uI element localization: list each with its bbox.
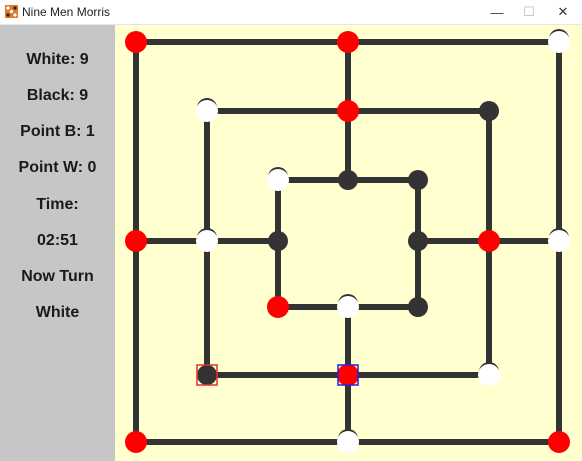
- board-point-g2[interactable]: [337, 429, 359, 453]
- board-point-e3[interactable]: [408, 297, 428, 317]
- board-point-d6[interactable]: [548, 228, 570, 252]
- board-canvas: [125, 29, 570, 453]
- board-point-f3[interactable]: [478, 362, 500, 386]
- white-piece: [478, 364, 500, 386]
- inner-square: [275, 177, 421, 310]
- white-count: White: 9: [26, 51, 89, 68]
- white-piece: [548, 31, 570, 53]
- maximize-button[interactable]: ☐: [512, 0, 546, 24]
- red-piece: [478, 230, 500, 252]
- board-point-a3[interactable]: [548, 29, 570, 53]
- red-piece: [337, 31, 359, 53]
- board-point-f2[interactable]: [337, 364, 359, 386]
- empty-point: [479, 101, 499, 121]
- point-b: Point B: 1: [20, 123, 95, 140]
- red-piece: [125, 431, 147, 453]
- status-panel: White: 9 Black: 9 Point B: 1 Point W: 0 …: [0, 25, 115, 461]
- white-piece: [196, 100, 218, 122]
- red-piece: [337, 100, 359, 122]
- board-point-a2[interactable]: [337, 31, 359, 53]
- red-piece: [125, 230, 147, 252]
- board-point-b1[interactable]: [196, 98, 218, 122]
- white-piece: [548, 230, 570, 252]
- white-piece: [267, 169, 289, 191]
- white-piece: [196, 230, 218, 252]
- empty-point: [408, 297, 428, 317]
- board-point-c2[interactable]: [338, 170, 358, 190]
- white-piece: [337, 296, 359, 318]
- minimize-button[interactable]: —: [480, 0, 514, 24]
- board-point-g1[interactable]: [125, 431, 147, 453]
- board-point-d2[interactable]: [196, 228, 218, 252]
- board-point-d4[interactable]: [408, 231, 428, 251]
- board-point-b2[interactable]: [337, 100, 359, 122]
- empty-point: [408, 170, 428, 190]
- close-icon: ✕: [557, 4, 569, 19]
- white-piece: [337, 431, 359, 453]
- turn-value: White: [35, 304, 80, 321]
- time-label: Time:: [36, 196, 79, 213]
- window-title: Nine Men Morris: [22, 5, 111, 19]
- board-point-d1[interactable]: [125, 230, 147, 252]
- game-board: [115, 25, 582, 461]
- minimize-icon: —: [490, 4, 504, 20]
- maximize-icon: ☐: [523, 4, 535, 19]
- title-bar: Nine Men Morris — ☐ ✕: [0, 0, 582, 25]
- empty-point: [268, 231, 288, 251]
- empty-point: [197, 365, 217, 385]
- board-point-d5[interactable]: [478, 230, 500, 252]
- board-point-e2[interactable]: [337, 294, 359, 318]
- black-count: Black: 9: [26, 87, 89, 104]
- red-piece: [125, 31, 147, 53]
- board-point-g3[interactable]: [548, 431, 570, 453]
- board-point-f1[interactable]: [196, 364, 218, 386]
- board-point-c1[interactable]: [267, 167, 289, 191]
- empty-point: [408, 231, 428, 251]
- red-piece: [267, 296, 289, 318]
- board-point-c3[interactable]: [408, 170, 428, 190]
- board-point-b3[interactable]: [479, 101, 499, 121]
- point-w: Point W: 0: [18, 159, 97, 176]
- empty-point: [338, 170, 358, 190]
- app-icon: [5, 5, 18, 18]
- red-piece: [548, 431, 570, 453]
- time-value: 02:51: [37, 232, 78, 249]
- board-point-d3[interactable]: [268, 231, 288, 251]
- turn-label: Now Turn: [21, 268, 94, 285]
- board-point-a1[interactable]: [125, 31, 147, 53]
- close-button[interactable]: ✕: [546, 0, 580, 24]
- board-point-e1[interactable]: [267, 296, 289, 318]
- red-piece: [337, 364, 359, 386]
